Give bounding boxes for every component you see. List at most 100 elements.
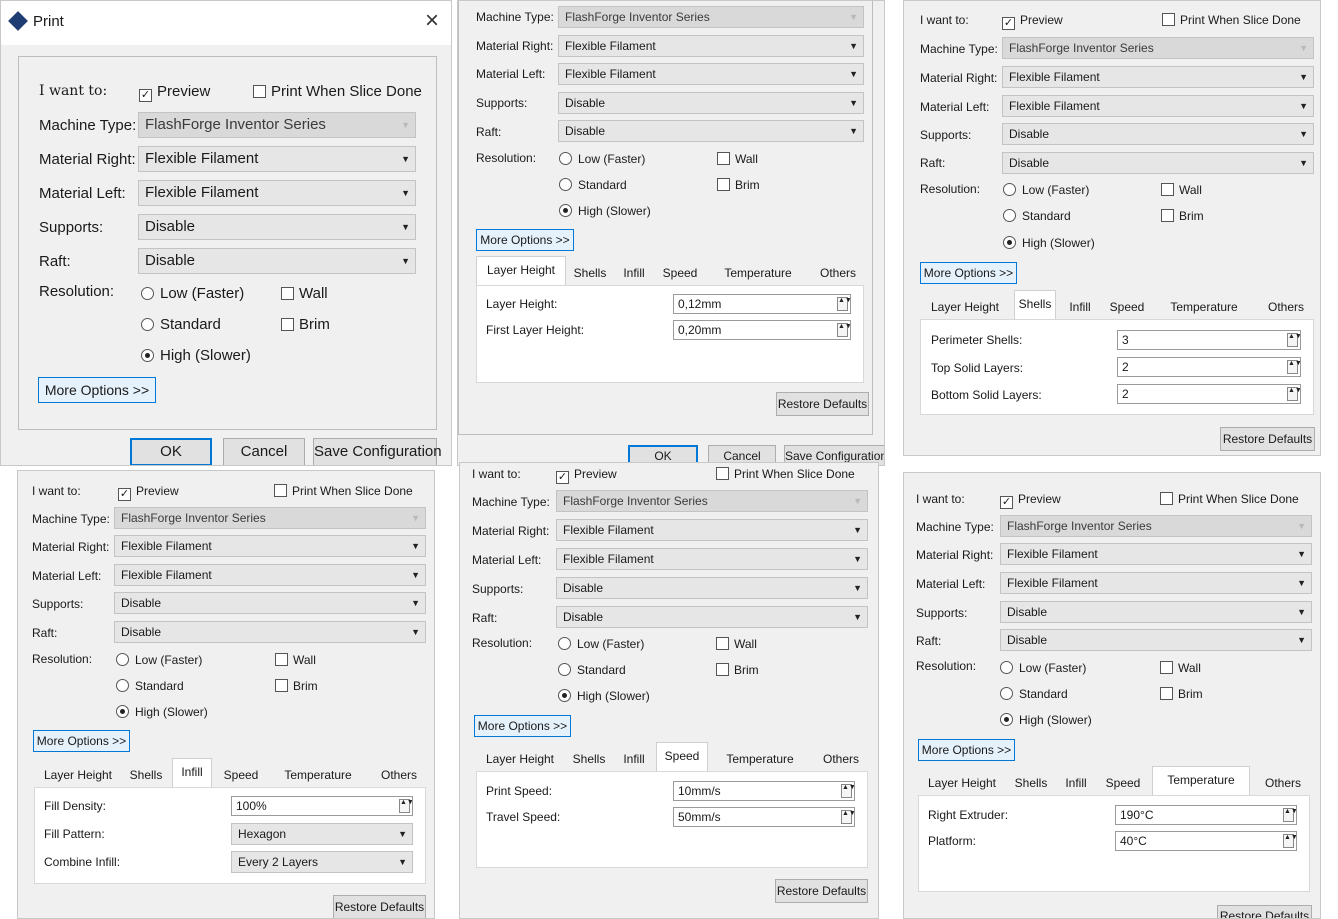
machine-type-select[interactable]: FlashForge Inventor Series ▼ [114,507,426,529]
close-icon[interactable]: × [425,7,439,35]
preview-checkbox[interactable]: ✓ Preview [118,484,179,501]
print-when-done-checkbox[interactable]: Print When Slice Done [1162,13,1301,27]
wall-checkbox[interactable]: Wall [1161,183,1202,197]
tab-shells[interactable]: Shells [126,761,166,787]
first-layer-height-spinbox[interactable]: 0,20mm ▲▼ [673,320,851,340]
material-left-select[interactable]: Flexible Filament ▼ [558,63,864,85]
print-speed-spinbox[interactable]: 10mm/s ▲▼ [673,781,855,801]
res-high-radio[interactable]: High (Slower) [1003,236,1095,250]
tab-temperature[interactable]: Temperature [712,745,808,771]
tab-others[interactable]: Others [1256,769,1310,795]
more-options-button[interactable]: More Options >> [920,262,1017,284]
res-low-radio[interactable]: Low (Faster) [1000,661,1086,675]
cancel-button[interactable]: Cancel [223,438,305,465]
spin-arrows-icon[interactable]: ▲▼ [837,323,850,337]
res-low-radio[interactable]: Low (Faster) [116,653,202,667]
spin-arrows-icon[interactable]: ▲▼ [399,799,412,813]
material-right-select[interactable]: Flexible Filament ▼ [558,35,864,57]
tab-shells[interactable]: Shells [1014,290,1056,320]
preview-checkbox[interactable]: ✓ Preview [1002,13,1063,30]
material-left-select[interactable]: Flexible Filament ▼ [114,564,426,586]
res-low-radio[interactable]: Low (Faster) [559,152,645,166]
top-solid-layers-spinbox[interactable]: 2 ▲▼ [1117,357,1301,377]
spin-arrows-icon[interactable]: ▲▼ [1287,360,1300,374]
restore-defaults-button[interactable]: Restore Defaults [775,879,868,903]
tab-speed[interactable]: Speed [656,742,708,772]
supports-select[interactable]: Disable ▼ [1000,601,1312,623]
more-options-button[interactable]: More Options >> [476,229,574,251]
tab-speed[interactable]: Speed [1102,293,1152,319]
machine-type-select[interactable]: FlashForge Inventor Series ▼ [1002,37,1314,59]
res-low-radio[interactable]: Low (Faster) [558,637,644,651]
machine-type-select[interactable]: FlashForge Inventor Series ▼ [1000,515,1312,537]
tab-speed[interactable]: Speed [656,259,704,285]
combine-infill-select[interactable]: Every 2 Layers ▼ [231,851,413,873]
spin-arrows-icon[interactable]: ▲▼ [837,297,850,311]
tab-layer-height[interactable]: Layer Height [34,761,122,787]
res-high-radio[interactable]: High (Slower) [558,689,650,703]
tab-others[interactable]: Others [812,259,864,285]
res-standard-radio[interactable]: Standard [141,316,221,333]
print-when-done-checkbox[interactable]: Print When Slice Done [716,467,855,481]
supports-select[interactable]: Disable ▼ [1002,123,1314,145]
res-high-radio[interactable]: High (Slower) [116,705,208,719]
spin-arrows-icon[interactable]: ▲▼ [841,810,854,824]
brim-checkbox[interactable]: Brim [281,316,330,333]
raft-select[interactable]: Disable ▼ [1000,629,1312,651]
print-when-done-checkbox[interactable]: Print When Slice Done [274,484,413,498]
res-standard-radio[interactable]: Standard [116,679,184,693]
raft-select[interactable]: Disable ▼ [556,606,868,628]
restore-defaults-button[interactable]: Restore Defaults [333,895,426,918]
res-standard-radio[interactable]: Standard [1003,209,1071,223]
material-right-select[interactable]: Flexible Filament ▼ [1000,543,1312,565]
wall-checkbox[interactable]: Wall [281,285,328,302]
tab-layer-height[interactable]: Layer Height [920,293,1010,319]
perimeter-shells-spinbox[interactable]: 3 ▲▼ [1117,330,1301,350]
more-options-button[interactable]: More Options >> [918,739,1015,761]
material-right-select[interactable]: Flexible Filament ▼ [556,519,868,541]
tab-temperature[interactable]: Temperature [1152,766,1250,796]
spin-arrows-icon[interactable]: ▲▼ [841,784,854,798]
res-low-radio[interactable]: Low (Faster) [141,285,244,302]
bottom-solid-layers-spinbox[interactable]: 2 ▲▼ [1117,384,1301,404]
brim-checkbox[interactable]: Brim [275,679,318,693]
tab-speed[interactable]: Speed [1098,769,1148,795]
material-left-select[interactable]: Flexible Filament ▼ [138,180,416,206]
restore-defaults-button[interactable]: Restore Defaults [1217,905,1312,918]
tab-others[interactable]: Others [372,761,426,787]
tab-others[interactable]: Others [814,745,868,771]
brim-checkbox[interactable]: Brim [717,178,760,192]
tab-shells[interactable]: Shells [570,259,610,285]
wall-checkbox[interactable]: Wall [717,152,758,166]
platform-spinbox[interactable]: 40°C ▲▼ [1115,831,1297,851]
spin-arrows-icon[interactable]: ▲▼ [1283,834,1296,848]
brim-checkbox[interactable]: Brim [1161,209,1204,223]
wall-checkbox[interactable]: Wall [1160,661,1201,675]
res-high-radio[interactable]: High (Slower) [1000,713,1092,727]
material-left-select[interactable]: Flexible Filament ▼ [1000,572,1312,594]
tab-layer-height[interactable]: Layer Height [476,745,564,771]
tab-temperature[interactable]: Temperature [710,259,806,285]
layer-height-spinbox[interactable]: 0,12mm ▲▼ [673,294,851,314]
raft-select[interactable]: Disable ▼ [114,621,426,643]
spin-arrows-icon[interactable]: ▲▼ [1283,808,1296,822]
wall-checkbox[interactable]: Wall [716,637,757,651]
tab-infill[interactable]: Infill [1062,293,1098,319]
tab-shells[interactable]: Shells [568,745,610,771]
travel-speed-spinbox[interactable]: 50mm/s ▲▼ [673,807,855,827]
material-right-select[interactable]: Flexible Filament ▼ [138,146,416,172]
tab-infill[interactable]: Infill [1058,769,1094,795]
res-high-radio[interactable]: High (Slower) [141,347,251,364]
tab-infill[interactable]: Infill [616,745,652,771]
brim-checkbox[interactable]: Brim [1160,687,1203,701]
brim-checkbox[interactable]: Brim [716,663,759,677]
material-right-select[interactable]: Flexible Filament ▼ [114,535,426,557]
machine-type-select[interactable]: FlashForge Inventor Series ▼ [558,6,864,28]
more-options-button[interactable]: More Options >> [33,730,130,752]
tab-layer-height[interactable]: Layer Height [918,769,1006,795]
tab-infill[interactable]: Infill [172,758,212,788]
material-left-select[interactable]: Flexible Filament ▼ [1002,95,1314,117]
ok-button[interactable]: OK [130,438,212,465]
restore-defaults-button[interactable]: Restore Defaults [776,392,869,416]
raft-select[interactable]: Disable ▼ [138,248,416,274]
